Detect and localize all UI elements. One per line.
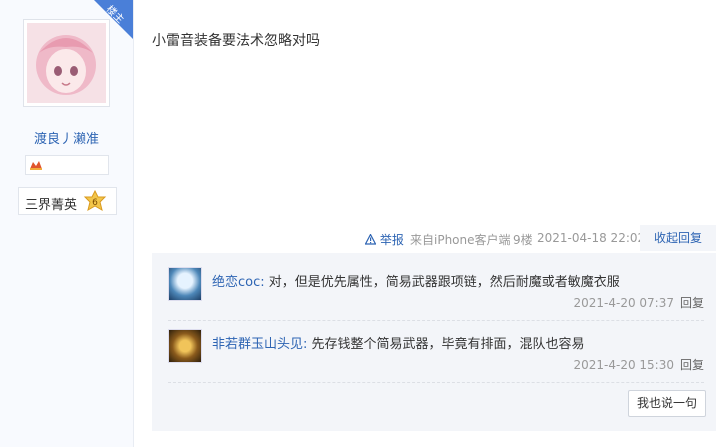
warning-icon — [364, 233, 377, 245]
reply-author[interactable]: 绝恋coc: — [212, 275, 265, 290]
reply-avatar[interactable] — [168, 329, 202, 363]
author-sidebar: 楼主 渡良丿濑准 三界菁英 6 — [0, 0, 134, 447]
honor-icon — [30, 161, 42, 170]
level-name: 三界菁英 — [25, 198, 78, 213]
post-floor: 9楼 — [513, 233, 533, 247]
say-something-button[interactable]: 我也说一句 — [628, 390, 706, 417]
reply-author[interactable]: 非若群玉山头见: — [212, 337, 307, 352]
reply-line: 非若群玉山头见: 先存钱整个简易武器，毕竟有排面，混队也容易 — [212, 333, 585, 352]
post-meta: 举报 来自iPhone客户端 9楼 2021-04-18 22:02 收起回复 — [134, 225, 716, 251]
author-name[interactable]: 渡良丿濑准 — [0, 128, 133, 147]
reply-button[interactable]: 回复 — [680, 296, 704, 310]
post-content: 小雷音装备要法术忽略对吗 — [152, 33, 320, 49]
divider — [168, 382, 704, 383]
collapse-replies-button[interactable]: 收起回复 — [640, 225, 716, 251]
report-label: 举报 — [379, 233, 404, 247]
reply-time: 2021-4-20 07:37 — [573, 296, 674, 310]
op-badge: 楼主 — [94, 0, 133, 39]
post-datetime: 2021-04-18 22:02 — [537, 231, 646, 245]
reply-button[interactable]: 回复 — [680, 358, 704, 372]
reply-avatar[interactable] — [168, 267, 202, 301]
level-number: 6 — [92, 198, 98, 208]
post-main: 小雷音装备要法术忽略对吗 举报 来自iPhone客户端 9楼 2021-04-1… — [134, 0, 716, 447]
reply-meta: 2021-4-20 15:30 回复 — [573, 356, 704, 373]
divider — [168, 320, 704, 321]
reply-line: 绝恋coc: 对，但是优先属性，简易武器跟项链，然后耐魔或者敏魔衣服 — [212, 271, 620, 290]
level-badge[interactable]: 三界菁英 6 — [18, 187, 117, 215]
post-source[interactable]: 来自iPhone客户端 — [410, 231, 511, 248]
reply-text: 先存钱整个简易武器，毕竟有排面，混队也容易 — [307, 337, 585, 352]
honor-icon-box — [25, 155, 109, 175]
reply-meta: 2021-4-20 07:37 回复 — [573, 294, 704, 311]
reply-list: 绝恋coc: 对，但是优先属性，简易武器跟项链，然后耐魔或者敏魔衣服 2021-… — [152, 253, 716, 431]
level-star-icon: 6 — [83, 190, 107, 212]
report-link[interactable]: 举报 — [364, 231, 404, 248]
reply-time: 2021-4-20 15:30 — [573, 358, 674, 372]
reply-text: 对，但是优先属性，简易武器跟项链，然后耐魔或者敏魔衣服 — [264, 275, 620, 290]
